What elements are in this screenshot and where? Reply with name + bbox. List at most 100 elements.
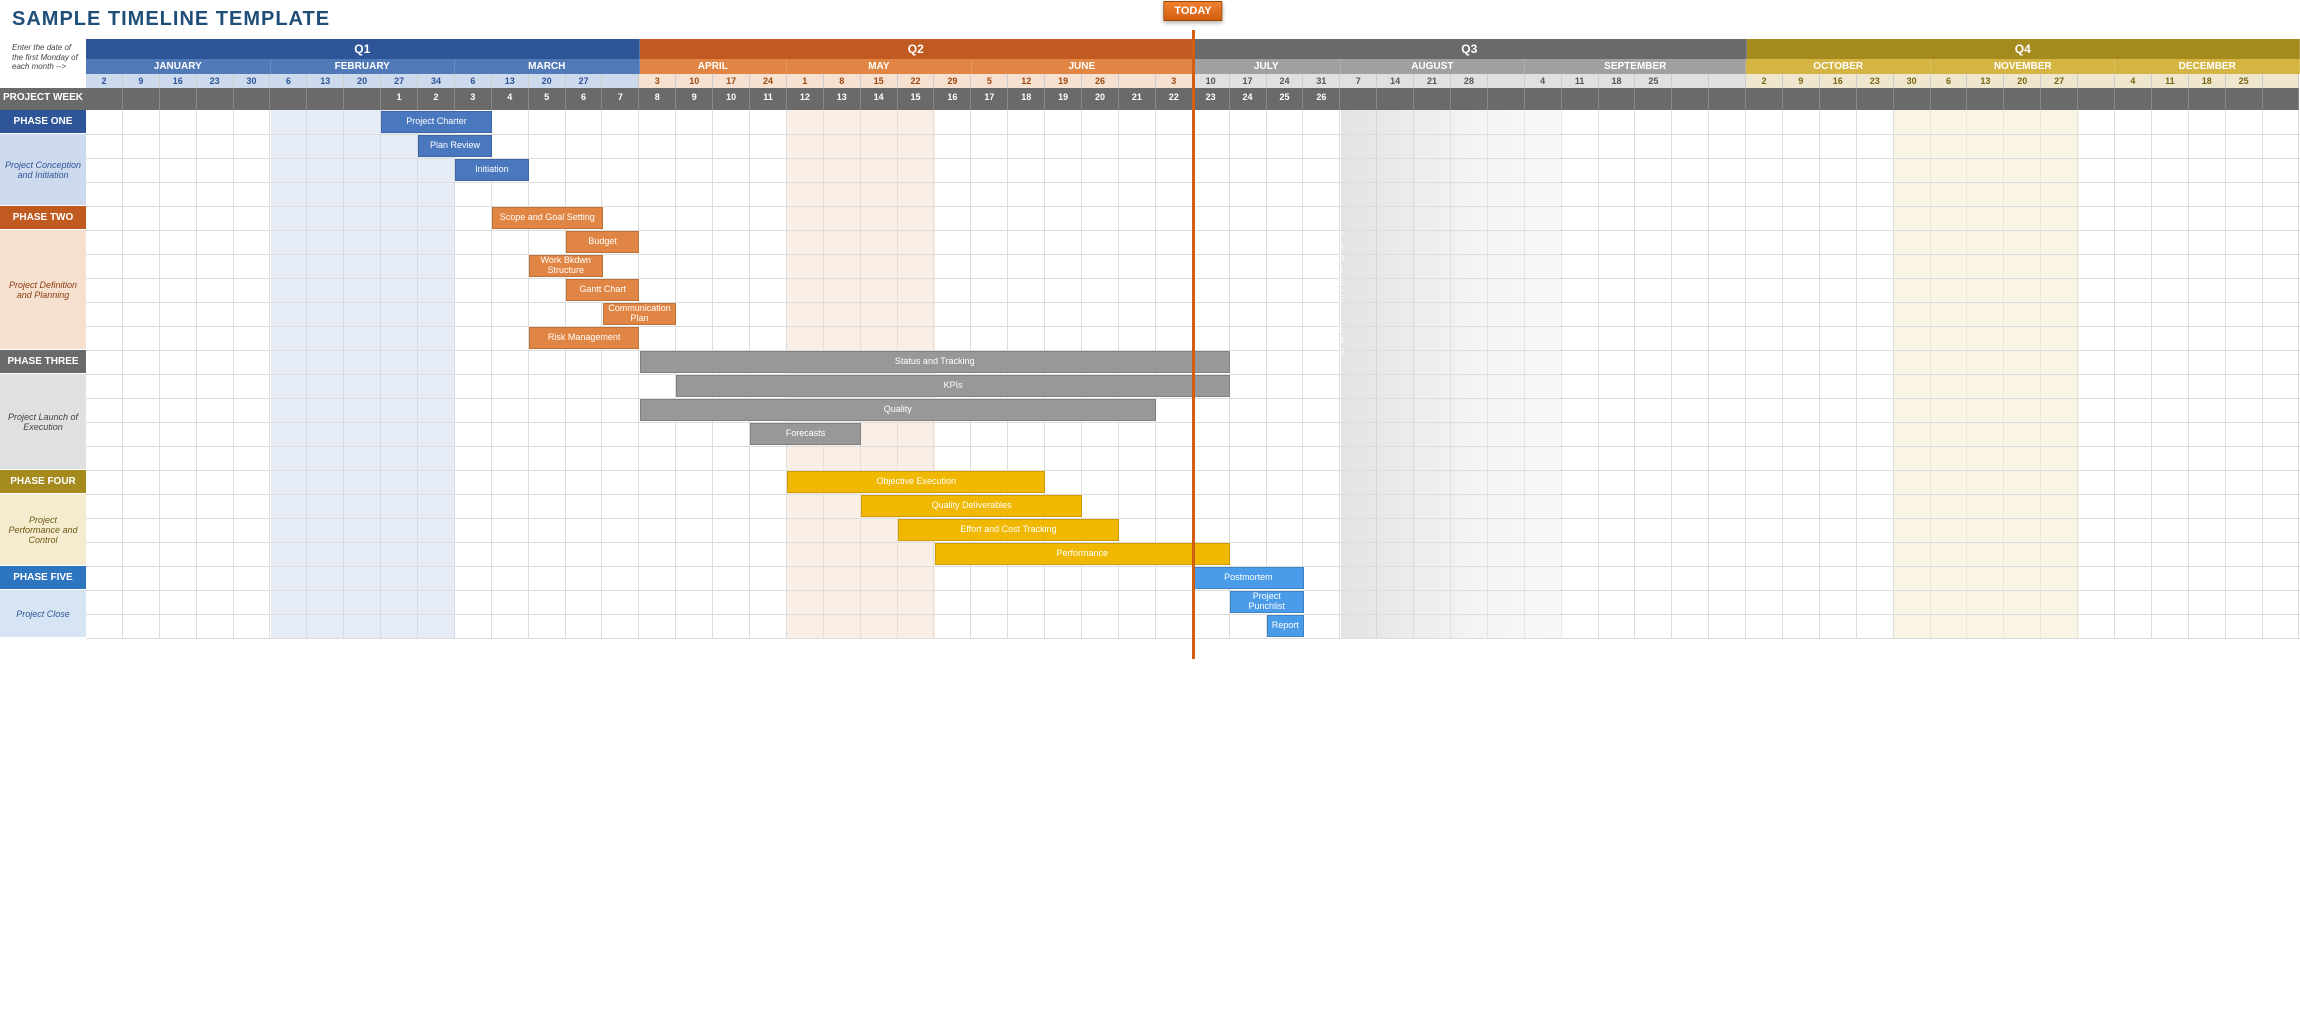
project-week-cell: 5 xyxy=(529,88,566,110)
date-cell: 24 xyxy=(1267,74,1304,88)
date-cell xyxy=(602,74,639,88)
month-february: FEBRUARY xyxy=(271,59,456,74)
date-cell xyxy=(1488,74,1525,88)
phase-desc: Project Performance and Control xyxy=(0,494,86,566)
project-week-cell: 24 xyxy=(1230,88,1267,110)
instruction-text: Enter the date of the first Monday of ea… xyxy=(0,39,86,72)
project-week-cell xyxy=(123,88,160,110)
gantt-bar: Performance xyxy=(935,543,1230,565)
month-august: AUGUST xyxy=(1341,59,1526,74)
page-title: SAMPLE TIMELINE TEMPLATE xyxy=(0,0,2300,39)
project-week-cell: 14 xyxy=(861,88,898,110)
project-week-cell xyxy=(2115,88,2152,110)
project-week-cell xyxy=(2004,88,2041,110)
today-marker: TODAY xyxy=(1163,4,1222,24)
date-cell: 18 xyxy=(1599,74,1636,88)
date-cell: 34 xyxy=(418,74,455,88)
gantt-bar: Quality xyxy=(640,399,1157,421)
project-week-cell xyxy=(160,88,197,110)
date-cell: 13 xyxy=(1967,74,2004,88)
date-cell: 3 xyxy=(639,74,676,88)
project-week-cell xyxy=(307,88,344,110)
date-cell: 6 xyxy=(1931,74,1968,88)
phase-desc: Project Definition and Planning xyxy=(0,230,86,350)
phase-header: PHASE TWO xyxy=(0,206,86,230)
project-week-cell xyxy=(1746,88,1783,110)
date-cell: 18 xyxy=(2189,74,2226,88)
today-tag: TODAY xyxy=(1163,1,1222,21)
project-week-cell: 10 xyxy=(713,88,750,110)
gantt-bar: KPIs xyxy=(676,375,1230,397)
date-cell: 26 xyxy=(1082,74,1119,88)
project-week-cell: 19 xyxy=(1045,88,1082,110)
date-cell: 20 xyxy=(529,74,566,88)
project-week-cell: 15 xyxy=(898,88,935,110)
date-cell: 22 xyxy=(898,74,935,88)
phase-desc: Project Close xyxy=(0,590,86,638)
project-week-cell: 13 xyxy=(824,88,861,110)
gantt-bar: Forecasts xyxy=(750,423,861,445)
month-june: JUNE xyxy=(972,59,1193,74)
date-cell: 14 xyxy=(1377,74,1414,88)
project-end-label: P R O J E C T E N D xyxy=(1331,230,1351,359)
month-january: JANUARY xyxy=(86,59,271,74)
month-april: APRIL xyxy=(640,59,788,74)
date-cell: 9 xyxy=(1783,74,1820,88)
date-cell: 15 xyxy=(861,74,898,88)
quarter-Q2: Q2 xyxy=(640,39,1194,59)
date-cell: 16 xyxy=(1820,74,1857,88)
project-week-cell: 1 xyxy=(381,88,418,110)
date-cell: 20 xyxy=(344,74,381,88)
phase-header: PHASE ONE xyxy=(0,110,86,134)
phase-desc: Project Launch of Execution xyxy=(0,374,86,470)
project-week-cell: 26 xyxy=(1303,88,1340,110)
phase-header: PHASE FOUR xyxy=(0,470,86,494)
date-cell: 5 xyxy=(971,74,1008,88)
date-cell xyxy=(1672,74,1709,88)
date-cell: 4 xyxy=(1525,74,1562,88)
project-week-cell: 4 xyxy=(492,88,529,110)
project-week-cell xyxy=(1562,88,1599,110)
phase-desc: Project Conception and Initiation xyxy=(0,134,86,206)
date-cell: 27 xyxy=(566,74,603,88)
date-cell: 30 xyxy=(234,74,271,88)
date-cell: 9 xyxy=(123,74,160,88)
project-week-cell xyxy=(2189,88,2226,110)
project-week-cell xyxy=(344,88,381,110)
project-week-cell xyxy=(86,88,123,110)
project-week-cell: 23 xyxy=(1193,88,1230,110)
project-week-cell xyxy=(2041,88,2078,110)
project-week-cell: 8 xyxy=(639,88,676,110)
project-week-cell xyxy=(1635,88,1672,110)
project-week-cell xyxy=(1857,88,1894,110)
date-cell: 2 xyxy=(86,74,123,88)
month-december: DECEMBER xyxy=(2115,59,2300,74)
date-cell: 23 xyxy=(197,74,234,88)
date-cell: 8 xyxy=(824,74,861,88)
gantt-bar: Postmortem xyxy=(1193,567,1304,589)
month-march: MARCH xyxy=(455,59,640,74)
project-week-cell: 21 xyxy=(1119,88,1156,110)
date-cell: 1 xyxy=(787,74,824,88)
gantt-bar: Quality Deliverables xyxy=(861,495,1082,517)
project-week-cell xyxy=(2226,88,2263,110)
gantt-bar: Gantt Chart xyxy=(566,279,640,301)
project-week-cell xyxy=(1340,88,1377,110)
date-cell: 27 xyxy=(2041,74,2078,88)
gantt-bar: Status and Tracking xyxy=(640,351,1230,373)
date-cell: 3 xyxy=(1156,74,1193,88)
date-cell: 12 xyxy=(1008,74,1045,88)
project-week-cell xyxy=(1525,88,1562,110)
project-week-cell: 25 xyxy=(1267,88,1304,110)
date-cell: 21 xyxy=(1414,74,1451,88)
date-cell: 23 xyxy=(1857,74,1894,88)
date-cell: 28 xyxy=(1451,74,1488,88)
project-week-cell: 3 xyxy=(455,88,492,110)
date-cell: 13 xyxy=(307,74,344,88)
date-cell: 25 xyxy=(1635,74,1672,88)
month-may: MAY xyxy=(787,59,972,74)
project-week-cell xyxy=(2152,88,2189,110)
date-cell: 17 xyxy=(1230,74,1267,88)
gantt-bar: Objective Execution xyxy=(787,471,1045,493)
phase-sidebar: PHASE ONEProject Conception and Initiati… xyxy=(0,110,86,638)
